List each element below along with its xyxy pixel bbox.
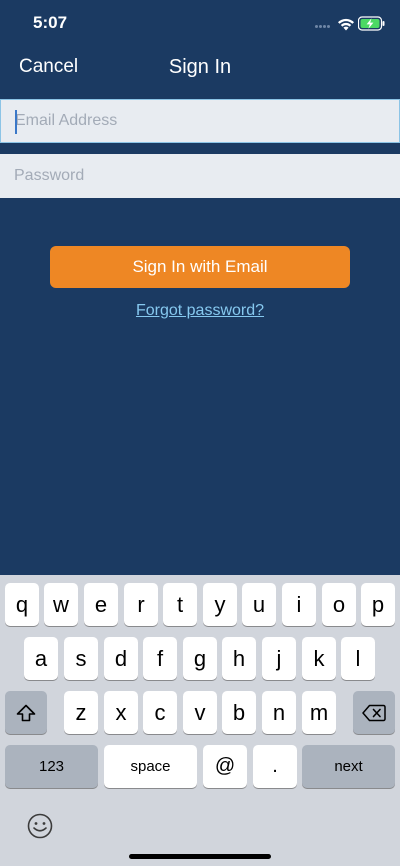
page-title: Sign In bbox=[168, 56, 232, 78]
key-l[interactable]: l bbox=[341, 637, 375, 680]
numbers-key[interactable]: 123 bbox=[5, 745, 98, 788]
password-field[interactable] bbox=[0, 154, 400, 198]
space-key[interactable]: space bbox=[104, 745, 197, 788]
key-m[interactable]: m bbox=[302, 691, 336, 734]
key-a[interactable]: a bbox=[24, 637, 58, 680]
sign-in-with-email-button[interactable]: Sign In with Email bbox=[50, 246, 350, 288]
key-s[interactable]: s bbox=[64, 637, 98, 680]
battery-charging-icon bbox=[358, 16, 385, 31]
shift-key[interactable] bbox=[5, 691, 47, 734]
next-key[interactable]: next bbox=[302, 745, 395, 788]
key-f[interactable]: f bbox=[143, 637, 177, 680]
forgot-password-link[interactable]: Forgot password? bbox=[0, 302, 400, 320]
key-e[interactable]: e bbox=[84, 583, 118, 626]
key-u[interactable]: u bbox=[242, 583, 276, 626]
email-field-container bbox=[0, 99, 400, 143]
key-o[interactable]: o bbox=[322, 583, 356, 626]
key-c[interactable]: c bbox=[143, 691, 177, 734]
key-z[interactable]: z bbox=[64, 691, 98, 734]
wifi-icon bbox=[338, 18, 354, 31]
keyboard: q w e r t y u i o p a s d f g h j k l z … bbox=[0, 575, 400, 866]
home-indicator[interactable] bbox=[129, 854, 271, 859]
key-at[interactable]: @ bbox=[203, 745, 247, 788]
password-field-container bbox=[0, 154, 400, 198]
key-h[interactable]: h bbox=[222, 637, 256, 680]
emoji-icon[interactable] bbox=[27, 813, 53, 839]
key-w[interactable]: w bbox=[44, 583, 78, 626]
key-r[interactable]: r bbox=[124, 583, 158, 626]
navigation-bar: Cancel Sign In bbox=[0, 48, 400, 90]
delete-icon bbox=[362, 704, 386, 721]
delete-key[interactable] bbox=[353, 691, 395, 734]
key-i[interactable]: i bbox=[282, 583, 316, 626]
key-dot[interactable]: . bbox=[253, 745, 297, 788]
key-n[interactable]: n bbox=[262, 691, 296, 734]
key-t[interactable]: t bbox=[163, 583, 197, 626]
email-field[interactable] bbox=[1, 100, 399, 142]
text-caret bbox=[15, 110, 17, 134]
key-p[interactable]: p bbox=[361, 583, 395, 626]
status-time: 5:07 bbox=[33, 13, 68, 32]
cellular-signal-icon bbox=[315, 25, 333, 29]
key-x[interactable]: x bbox=[104, 691, 138, 734]
status-bar: 5:07 bbox=[0, 0, 400, 48]
key-b[interactable]: b bbox=[222, 691, 256, 734]
key-v[interactable]: v bbox=[183, 691, 217, 734]
key-q[interactable]: q bbox=[5, 583, 39, 626]
key-k[interactable]: k bbox=[302, 637, 336, 680]
key-y[interactable]: y bbox=[203, 583, 237, 626]
key-j[interactable]: j bbox=[262, 637, 296, 680]
key-g[interactable]: g bbox=[183, 637, 217, 680]
key-d[interactable]: d bbox=[104, 637, 138, 680]
shift-icon bbox=[16, 704, 36, 721]
